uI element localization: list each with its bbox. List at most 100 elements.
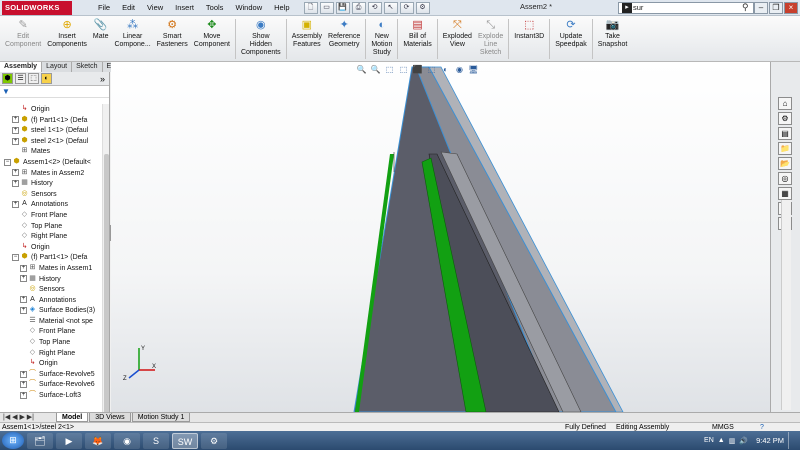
expand-toggle-icon[interactable]: + <box>20 391 27 399</box>
minimize-button[interactable]: – <box>754 2 768 14</box>
tree-node[interactable]: ◇ Top Plane <box>0 221 100 232</box>
display-manager-tab-icon[interactable]: ◐ <box>41 73 52 84</box>
tree-node[interactable]: ◎ Sensors <box>0 284 100 295</box>
restore-button[interactable]: ❐ <box>769 2 783 14</box>
view-orientation-icon[interactable]: ⬛ <box>412 64 423 75</box>
expand-toggle-icon[interactable]: − <box>12 254 19 262</box>
tree-node[interactable]: ☰ Material <not spe <box>0 316 100 327</box>
expand-toggle-icon[interactable]: + <box>20 307 27 315</box>
expand-toggle-icon[interactable]: + <box>20 264 27 272</box>
expand-toggle-icon[interactable]: + <box>12 126 19 134</box>
expand-toggle-icon[interactable]: − <box>4 158 11 166</box>
expand-toggle-icon[interactable]: + <box>12 169 19 177</box>
open-file-icon[interactable]: ▭ <box>319 1 334 14</box>
design-library-icon[interactable]: ⚙ <box>778 112 792 125</box>
expand-toggle-icon[interactable]: + <box>20 275 27 283</box>
skype-taskbar-icon[interactable]: S <box>143 432 169 449</box>
tree-filter[interactable]: ▼ <box>0 86 109 98</box>
tree-node[interactable]: + ⬢ steel 2<1> (Defaul <box>0 136 100 147</box>
expand-toggle-icon[interactable]: + <box>12 201 19 209</box>
menu-tools[interactable]: Tools <box>200 1 230 15</box>
tree-node[interactable]: + ◈ Surface Bodies(3) <box>0 305 100 316</box>
expand-toggle-icon[interactable]: + <box>12 137 19 145</box>
tab-assembly[interactable]: Assembly <box>0 62 43 72</box>
network-icon[interactable]: ▥ <box>729 437 736 445</box>
assembly-features-button[interactable]: ▣ Assembly Features <box>289 16 325 49</box>
media-player-taskbar-icon[interactable]: ▶ <box>56 432 82 449</box>
tree-node[interactable]: ⊞ Mates <box>0 146 100 157</box>
explode-line-sketch-button[interactable]: ⤡ Explode Line Sketch <box>475 16 506 57</box>
tree-node[interactable]: + ⬢ steel 1<1> (Defaul <box>0 125 100 136</box>
graphics-viewport[interactable]: 🔍 🔍 ⬚ ⬚ ⬛ ⬚ ◐ ◉ 🖥 Y X Z <box>111 62 770 412</box>
config-manager-tab-icon[interactable]: ⬚ <box>28 73 39 84</box>
tree-node[interactable]: ◇ Right Plane <box>0 231 100 242</box>
feature-tree-tab-icon[interactable]: ⬢ <box>2 73 13 84</box>
expand-toggle-icon[interactable]: + <box>12 179 19 187</box>
tree-node[interactable]: + ⌒ Surface-Loft3 <box>0 390 100 401</box>
appearance-icon[interactable]: ◉ <box>454 64 465 75</box>
zoom-to-fit-icon[interactable]: 🔍 <box>356 64 367 75</box>
tree-node[interactable]: ◇ Top Plane <box>0 337 100 348</box>
tree-node[interactable]: + ▦ History <box>0 274 100 285</box>
edit-component-button[interactable]: ✎ Edit Component <box>2 16 44 49</box>
start-button[interactable]: ⊞ <box>2 432 24 449</box>
tab-layout[interactable]: Layout <box>42 62 73 72</box>
chrome-taskbar-icon[interactable]: ◉ <box>114 432 140 449</box>
language-indicator[interactable]: EN <box>704 437 714 444</box>
tree-node[interactable]: − ⬢ Assem1<2> (Default< <box>0 157 100 168</box>
new-file-icon[interactable]: 🗋 <box>303 1 318 14</box>
menu-view[interactable]: View <box>141 1 169 15</box>
tree-node[interactable]: ◎ Sensors <box>0 189 100 200</box>
menu-file[interactable]: File <box>92 1 116 15</box>
scene-icon[interactable]: 🖥 <box>468 64 479 75</box>
tree-node[interactable]: − ⬢ (f) Part1<1> (Defa <box>0 252 100 263</box>
take-snapshot-button[interactable]: 📷 Take Snapshot <box>595 16 631 49</box>
bottom-tab-motion-study-1[interactable]: Motion Study 1 <box>131 413 191 422</box>
smart-fasteners-button[interactable]: ⚙ Smart Fasteners <box>154 16 191 49</box>
tree-node[interactable]: ↳ Origin <box>0 358 100 369</box>
tree-node[interactable]: + A Annotations <box>0 295 100 306</box>
close-button[interactable]: × <box>784 2 798 14</box>
options-icon[interactable]: ⚙ <box>415 1 430 14</box>
exploded-view-button[interactable]: ⤧ Exploded View <box>440 16 475 49</box>
instant3d-button[interactable]: ⬚ Instant3D <box>511 16 547 41</box>
view-palette-icon[interactable]: 📁 <box>778 142 792 155</box>
rebuild-icon[interactable]: ⟳ <box>399 1 414 14</box>
tree-node[interactable]: + ▦ History <box>0 178 100 189</box>
clock[interactable]: 9:42 PM <box>756 436 784 445</box>
search-icon[interactable]: ⚲ <box>742 2 749 13</box>
display-style-icon[interactable]: ⬚ <box>426 64 437 75</box>
mate-button[interactable]: 📎 Mate <box>90 16 112 41</box>
viewport-scrollbar[interactable] <box>781 200 791 410</box>
filter-icon[interactable]: ▼ <box>2 87 10 96</box>
tree-node[interactable]: + ⊞ Mates in Assem2 <box>0 168 100 179</box>
menu-help[interactable]: Help <box>268 1 295 15</box>
show-hidden-components-button[interactable]: ◉ Show Hidden Components <box>238 16 284 57</box>
tree-node[interactable]: + A Annotations <box>0 199 100 210</box>
tree-node[interactable]: ↳ Origin <box>0 104 100 115</box>
tree-node[interactable]: ◇ Right Plane <box>0 348 100 359</box>
previous-view-icon[interactable]: ⬚ <box>384 64 395 75</box>
menu-edit[interactable]: Edit <box>116 1 141 15</box>
resources-icon[interactable]: ⌂ <box>778 97 792 110</box>
volume-icon[interactable]: 🔊 <box>739 437 748 445</box>
undo-icon[interactable]: ⟲ <box>367 1 382 14</box>
expand-toggle-icon[interactable]: + <box>20 381 27 389</box>
section-view-icon[interactable]: ⬚ <box>398 64 409 75</box>
expand-toggle-icon[interactable]: + <box>20 370 27 378</box>
tree-node[interactable]: + ⬢ (f) Part1<1> (Defa <box>0 115 100 126</box>
bottom-tab-model[interactable]: Model <box>56 413 89 422</box>
expand-toggle-icon[interactable]: + <box>12 116 19 124</box>
menu-window[interactable]: Window <box>229 1 268 15</box>
firefox-taskbar-icon[interactable]: 🦊 <box>85 432 111 449</box>
expand-toggle-icon[interactable]: + <box>20 296 27 304</box>
property-manager-tab-icon[interactable]: ☰ <box>15 73 26 84</box>
tab-sketch[interactable]: Sketch <box>72 62 103 72</box>
solidworks-logo[interactable]: SOLIDWORKS <box>2 0 72 15</box>
search-input[interactable]: sur <box>618 2 754 14</box>
reference-geometry-button[interactable]: ✦ Reference Geometry <box>325 16 363 49</box>
folder-icon[interactable]: 📂 <box>778 157 792 170</box>
assembly-model[interactable] <box>111 62 770 412</box>
menu-insert[interactable]: Insert <box>169 1 200 15</box>
app-taskbar-icon[interactable]: ⚙ <box>201 432 227 449</box>
